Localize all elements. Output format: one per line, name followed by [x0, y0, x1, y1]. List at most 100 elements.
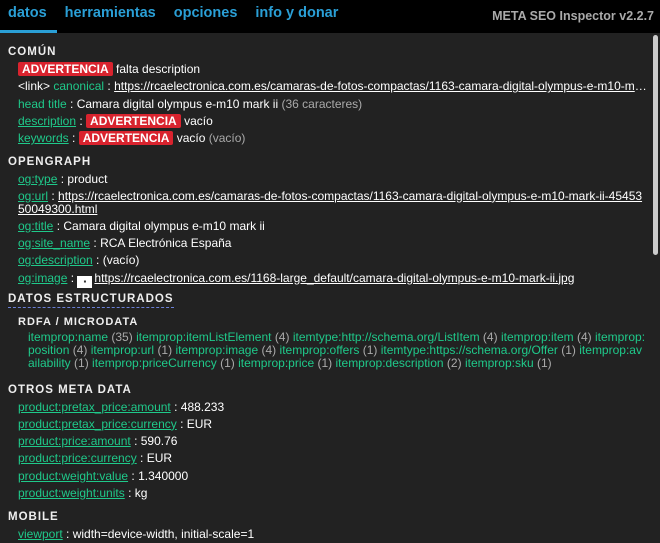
meta-value: kg — [134, 486, 148, 501]
microdata-count: (1) — [157, 342, 173, 357]
canonical-row: <link> canonical : https://rcaelectronic… — [8, 78, 648, 95]
og-key[interactable]: og:url — [18, 189, 48, 203]
keywords-key[interactable]: keywords — [18, 131, 69, 145]
og-row: og:url : https://rcaelectronica.com.es/c… — [18, 188, 643, 217]
microdata-prop: itemtype:https://schema.org/Offer — [380, 342, 558, 357]
meta-key[interactable]: product:weight:units — [18, 486, 125, 500]
head-title-row: head title : Camara digital olympus e-m1… — [18, 96, 363, 111]
microdata-prop: itemprop:itemListElement — [136, 329, 272, 344]
microdata-prop: itemprop:price — [238, 356, 315, 371]
description-row: description : ADVERTENCIA vacío — [18, 113, 213, 128]
meta-value: EUR — [146, 451, 173, 466]
scrollbar[interactable] — [653, 35, 658, 255]
description-value: vacío — [184, 113, 213, 128]
keywords-note: (vacío) — [208, 131, 246, 146]
og-url-link[interactable]: https://rcaelectronica.com.es/camaras-de… — [18, 189, 642, 217]
meta-key[interactable]: product:pretax_price:currency — [18, 417, 177, 431]
microdata-list: itemprop:name (35) itemprop:itemListElem… — [8, 329, 648, 371]
tab-opciones[interactable]: opciones — [166, 5, 248, 33]
meta-value: 1.340000 — [138, 468, 189, 483]
microdata-count: (1) — [362, 342, 378, 357]
microdata-count: (4) — [274, 329, 290, 344]
microdata-prop: itemprop:name — [28, 329, 109, 344]
app-version: META SEO Inspector v2.2.7 — [492, 9, 654, 23]
meta-key[interactable]: product:pretax_price:amount — [18, 400, 171, 414]
meta-key[interactable]: product:price:amount — [18, 434, 131, 448]
og-image-link[interactable]: https://rcaelectronica.com.es/1168-large… — [94, 271, 574, 285]
section-opengraph-title: OPENGRAPH — [8, 156, 92, 169]
warning-badge: ADVERTENCIA — [78, 131, 174, 146]
og-row: og:title : Camara digital olympus e-m10 … — [18, 218, 265, 233]
meta-value: 590.76 — [140, 434, 178, 449]
og-row: og:image : ▪ https://rcaelectronica.com.e… — [18, 270, 575, 288]
og-value: product — [67, 172, 108, 187]
meta-row: product:pretax_price:currency : EUR — [18, 416, 213, 431]
viewport-key[interactable]: viewport — [18, 527, 63, 541]
microdata-count: (1) — [536, 356, 552, 371]
microdata-prop: itemprop:item — [500, 329, 574, 344]
keywords-value: vacío — [176, 131, 206, 146]
description-key[interactable]: description — [18, 114, 76, 128]
warning-badge: ADVERTENCIA — [18, 62, 113, 76]
microdata-count: (1) — [220, 356, 235, 371]
keywords-row: keywords : ADVERTENCIA vacío (vacío) — [18, 131, 246, 146]
tab-herramientas[interactable]: herramientas — [57, 5, 166, 33]
microdata-prop: itemtype:http://schema.org/ListItem — [292, 329, 480, 344]
head-title-key: head title — [18, 96, 67, 111]
og-key[interactable]: og:type — [18, 172, 57, 186]
top-nav: datos herramientas opciones info y donar… — [0, 0, 660, 33]
microdata-count: (1) — [561, 342, 576, 357]
section-otros-title: OTROS META DATA — [8, 383, 132, 396]
missing-text: falta description — [116, 62, 201, 76]
og-value: (vacío) — [102, 253, 140, 268]
microdata-prop: itemprop:image — [175, 342, 259, 357]
og-row: og:description : (vacío) — [18, 253, 140, 268]
tab-datos[interactable]: datos — [0, 5, 57, 33]
content-panel: COMÚN ADVERTENCIA falta description <lin… — [0, 33, 660, 543]
microdata-count: (2) — [446, 356, 462, 371]
microdata-prop: itemprop:url — [90, 342, 155, 357]
microdata-count: (4) — [261, 342, 277, 357]
viewport-row: viewport : width=device-width, initial-s… — [18, 527, 255, 542]
section-mobile-title: MOBILE — [8, 511, 59, 524]
og-value: Camara digital olympus e-m10 mark ii — [63, 218, 265, 233]
meta-row: product:weight:value : 1.340000 — [18, 468, 189, 483]
section-comun-title: COMÚN — [8, 46, 57, 58]
microdata-count: (1) — [74, 356, 89, 371]
meta-row: product:price:currency : EUR — [18, 451, 173, 466]
og-key[interactable]: og:title — [18, 219, 53, 233]
title-length: (36 caracteres) — [281, 96, 363, 111]
microdata-prop: itemprop:offers — [279, 342, 360, 357]
meta-row: product:price:amount : 590.76 — [18, 434, 178, 449]
meta-value: EUR — [186, 416, 213, 431]
warning-badge: ADVERTENCIA — [86, 113, 181, 128]
microdata-prop: itemprop:priceCurrency — [92, 356, 217, 371]
head-title-value: Camara digital olympus e-m10 mark ii — [76, 96, 279, 111]
rdfa-microdata-title: RDFA / MICRODATA — [18, 315, 139, 328]
og-value: RCA Electrónica España — [100, 236, 232, 251]
canonical-link[interactable]: https://rcaelectronica.com.es/camaras-de… — [114, 79, 648, 93]
meta-key[interactable]: product:weight:value — [18, 469, 128, 483]
image-thumbnail-icon[interactable]: ▪ — [77, 275, 93, 288]
og-row: og:site_name : RCA Electrónica España — [18, 236, 232, 251]
og-key[interactable]: og:site_name — [18, 236, 90, 250]
microdata-count: (1) — [317, 356, 333, 371]
og-row: og:type : product — [18, 172, 108, 187]
microdata-count: (35) — [111, 329, 133, 344]
microdata-count: (4) — [72, 342, 88, 357]
microdata-count: (4) — [576, 329, 592, 344]
tab-info-donar[interactable]: info y donar — [247, 5, 348, 33]
microdata-prop: itemprop:description — [335, 356, 444, 371]
missing-description-row: ADVERTENCIA falta description — [8, 61, 648, 78]
link-tag: <link> — [18, 79, 51, 94]
meta-row: product:weight:units : kg — [18, 486, 148, 501]
meta-key[interactable]: product:price:currency — [18, 451, 137, 465]
og-key[interactable]: og:description — [18, 253, 93, 267]
canonical-key: canonical — [53, 79, 105, 94]
meta-value: 488.233 — [180, 399, 225, 414]
og-key[interactable]: og:image — [18, 271, 67, 285]
meta-row: product:pretax_price:amount : 488.233 — [18, 399, 225, 414]
section-structured-title[interactable]: DATOS ESTRUCTURADOS — [8, 291, 174, 308]
viewport-value: width=device-width, initial-scale=1 — [72, 527, 255, 542]
microdata-count: (4) — [482, 329, 498, 344]
